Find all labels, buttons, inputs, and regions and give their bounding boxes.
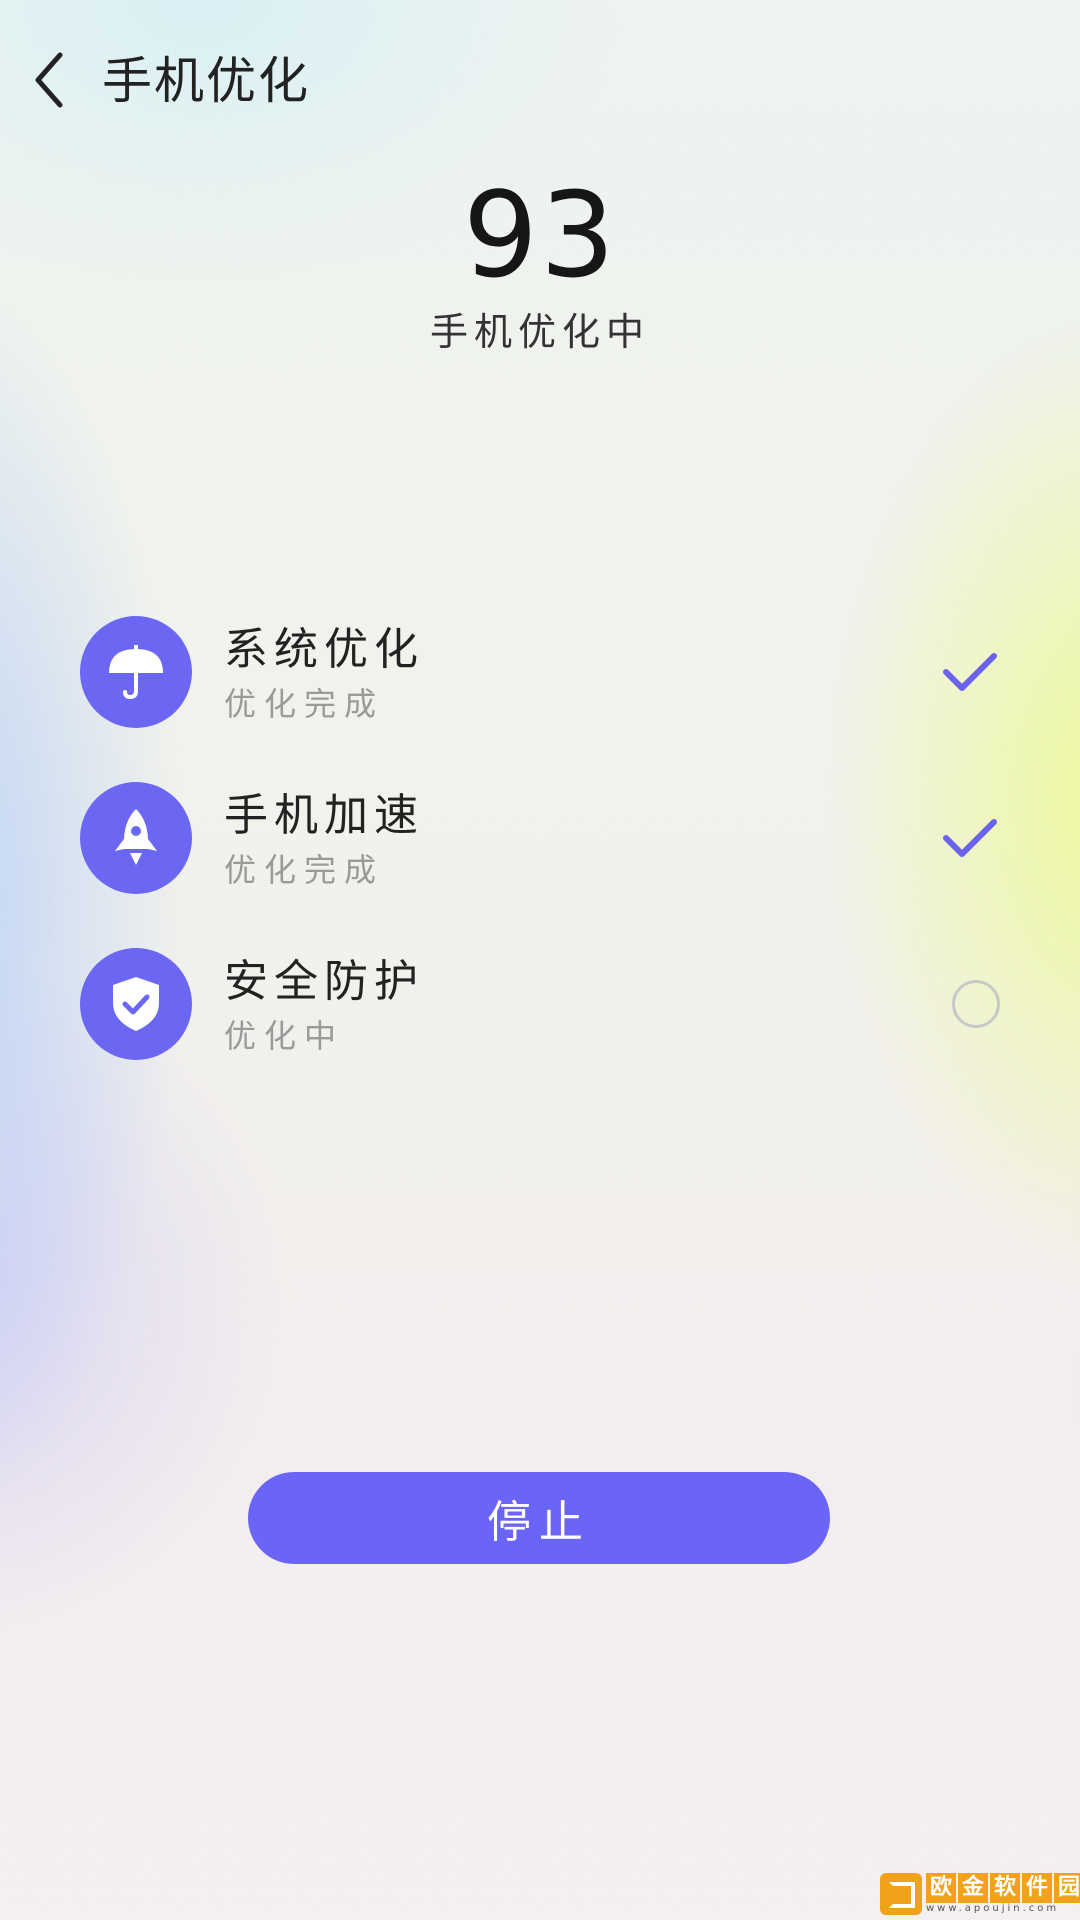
item-title: 系统优化 [224, 624, 424, 675]
item-subtitle: 优化完成 [224, 851, 385, 889]
watermark-char: 园 [1054, 1873, 1080, 1903]
item-subtitle: 优化完成 [224, 685, 385, 723]
watermark-char: 欧 [926, 1873, 956, 1903]
umbrella-icon [80, 616, 192, 728]
watermark-char: 金 [958, 1873, 988, 1903]
optimization-status: 手机优化中 [429, 310, 650, 354]
item-title: 安全防护 [224, 956, 424, 1007]
watermark-char: 件 [1022, 1873, 1052, 1903]
item-phone-acceleration: 手机加速 优化完成 [80, 782, 1000, 902]
check-icon [943, 653, 997, 691]
item-title: 手机加速 [224, 790, 424, 841]
check-icon [943, 819, 997, 857]
stop-button[interactable]: 停止 [248, 1472, 830, 1564]
watermark-logo-icon [880, 1873, 922, 1915]
shield-check-icon [80, 948, 192, 1060]
item-subtitle: 优化中 [224, 1017, 345, 1055]
watermark-char: 软 [990, 1873, 1020, 1903]
item-security-protection: 安全防护 优化中 [80, 948, 1000, 1068]
back-button[interactable] [20, 44, 80, 116]
item-system-optimization: 系统优化 优化完成 [80, 616, 1000, 736]
chevron-left-icon [35, 52, 63, 108]
optimization-score: 93 [462, 166, 618, 304]
watermark: 欧 金 软 件 园 www.apoujin.com [880, 1872, 1080, 1916]
watermark-url: www.apoujin.com [926, 1903, 1060, 1914]
page-title: 手机优化 [102, 52, 310, 110]
loading-spinner-icon [952, 980, 1000, 1028]
rocket-icon [80, 782, 192, 894]
